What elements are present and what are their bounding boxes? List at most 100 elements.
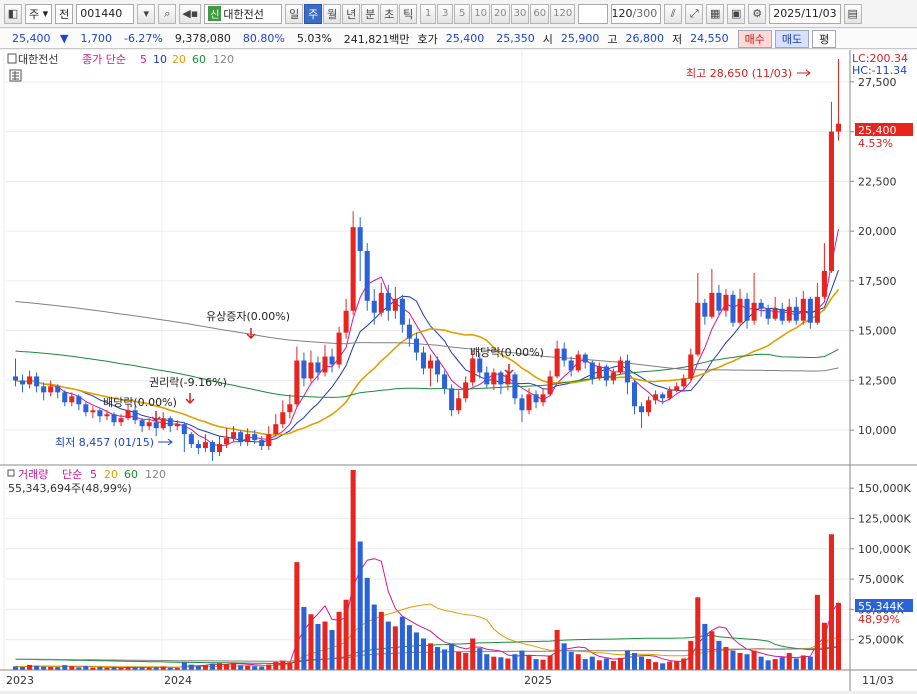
candle-body: [751, 302, 757, 321]
candle-body: [195, 444, 201, 449]
candle-body: [252, 434, 258, 441]
interval-custom-input[interactable]: [578, 3, 609, 24]
candle-body: [624, 360, 630, 383]
stock-chart[interactable]: 27,50025,00022,50020,00017,50015,00012,5…: [0, 50, 917, 691]
candle-body: [814, 296, 820, 323]
volume-bar: [709, 631, 715, 670]
type-select[interactable]: 전: [55, 3, 74, 24]
search-icon[interactable]: ⌕: [158, 3, 177, 24]
speaker-icon[interactable]: ◀▪: [179, 3, 202, 24]
sell-button[interactable]: 매도: [774, 29, 810, 48]
volume-bar: [582, 659, 588, 670]
count-input[interactable]: 120/300: [611, 3, 662, 24]
event-label: 권리락(-9.16%): [149, 376, 227, 389]
candle-body: [688, 354, 694, 379]
candle-body: [765, 308, 771, 319]
candle-body: [730, 294, 736, 323]
candle-body: [329, 356, 335, 365]
bid-price: 25,350: [496, 32, 535, 45]
candle-body: [667, 390, 673, 399]
open-price: 25,900: [560, 32, 600, 45]
candle-body: [287, 404, 293, 413]
volume-bar: [449, 643, 455, 670]
volume-bar: [202, 665, 208, 670]
volume-bar: [498, 657, 504, 670]
market-select[interactable]: 주 ▾: [25, 3, 53, 24]
eval-button[interactable]: 평: [812, 29, 837, 48]
candle-body: [519, 398, 525, 411]
volume-value: 9,378,080: [174, 32, 231, 45]
event-label: 배당락(0.00%): [103, 396, 177, 409]
interval-button-0[interactable]: 1: [420, 3, 437, 24]
interval-button-5[interactable]: 30: [510, 3, 530, 24]
volume-bar: [561, 643, 567, 670]
period-tab-4[interactable]: 분: [361, 3, 380, 24]
period-tab-5[interactable]: 초: [380, 3, 399, 24]
volume-bar: [624, 650, 630, 670]
code-dropdown-button[interactable]: ▾: [137, 3, 156, 24]
high-price: 26,800: [625, 32, 665, 45]
volume-bar: [209, 663, 215, 670]
gear-icon[interactable]: ⚙: [748, 3, 767, 24]
candle-body: [62, 392, 68, 403]
volume-bar: [62, 665, 68, 670]
hc-label: HC:-11.34: [852, 64, 907, 77]
date-input[interactable]: 2025/11/03: [769, 3, 841, 24]
volume-bar: [779, 657, 785, 670]
candle-body: [477, 358, 483, 373]
grid-icon[interactable]: ▦: [706, 3, 725, 24]
candle-body: [547, 376, 553, 395]
period-tab-0[interactable]: 일: [285, 3, 304, 24]
interval-button-4[interactable]: 20: [490, 3, 510, 24]
layout-icon[interactable]: ◧: [4, 3, 22, 24]
volume-ratio: 80.80%: [242, 32, 285, 45]
buy-button[interactable]: 매수: [737, 29, 772, 48]
volume-bar: [392, 626, 398, 670]
candle-body: [97, 410, 103, 417]
candle-icon[interactable]: ⫽: [664, 3, 683, 24]
period-tab-2[interactable]: 월: [323, 3, 342, 24]
interval-button-7[interactable]: 120: [550, 3, 576, 24]
candle-body: [505, 374, 511, 385]
price-tick-label: 12,500: [858, 374, 897, 387]
volume-bar: [723, 646, 729, 670]
interval-button-3[interactable]: 10: [471, 3, 490, 24]
interval-button-6[interactable]: 60: [530, 3, 550, 24]
candle-body: [231, 432, 237, 439]
calendar-icon[interactable]: ▤: [843, 3, 862, 24]
price-tick-label: 22,500: [858, 175, 897, 188]
period-tab-1[interactable]: 주: [304, 3, 323, 24]
period-tab-6[interactable]: 틱: [399, 3, 418, 24]
candle-body: [174, 424, 180, 427]
volume-bar: [554, 630, 560, 670]
interval-button-1[interactable]: 3: [437, 3, 454, 24]
price-tick-label: 27,500: [858, 76, 897, 89]
volume-bar: [308, 614, 314, 670]
volume-bar: [758, 656, 764, 670]
legend-ma60: 60: [192, 53, 206, 66]
volume-bar: [610, 660, 616, 670]
volume-bar: [716, 640, 722, 670]
candle-body: [83, 404, 89, 413]
period-tab-3[interactable]: 년: [342, 3, 361, 24]
volume-bar: [653, 662, 659, 670]
stock-name-box[interactable]: 신 대한전선: [204, 3, 283, 24]
candle-body: [266, 434, 272, 447]
interval-group: 1 3 5 10 20 30 60 120: [420, 3, 576, 24]
volume-bar: [224, 664, 230, 670]
candle-body: [660, 394, 666, 399]
interval-button-2[interactable]: 5: [454, 3, 471, 24]
ask-price: 25,400: [445, 32, 485, 45]
candle-body: [55, 386, 61, 393]
save-icon[interactable]: ▣: [727, 3, 746, 24]
stock-code-input[interactable]: 001440: [76, 3, 135, 24]
volume-bar: [34, 665, 40, 670]
draw-icon[interactable]: ⤢: [685, 3, 704, 24]
candle-body: [294, 360, 300, 405]
volume-bar: [231, 662, 237, 670]
chart-area[interactable]: 27,50025,00022,50020,00017,50015,00012,5…: [0, 50, 917, 691]
x-tick-label: 2025: [524, 674, 552, 687]
candle-body: [69, 396, 75, 403]
volume-bar: [41, 666, 47, 670]
candle-body: [835, 123, 842, 132]
